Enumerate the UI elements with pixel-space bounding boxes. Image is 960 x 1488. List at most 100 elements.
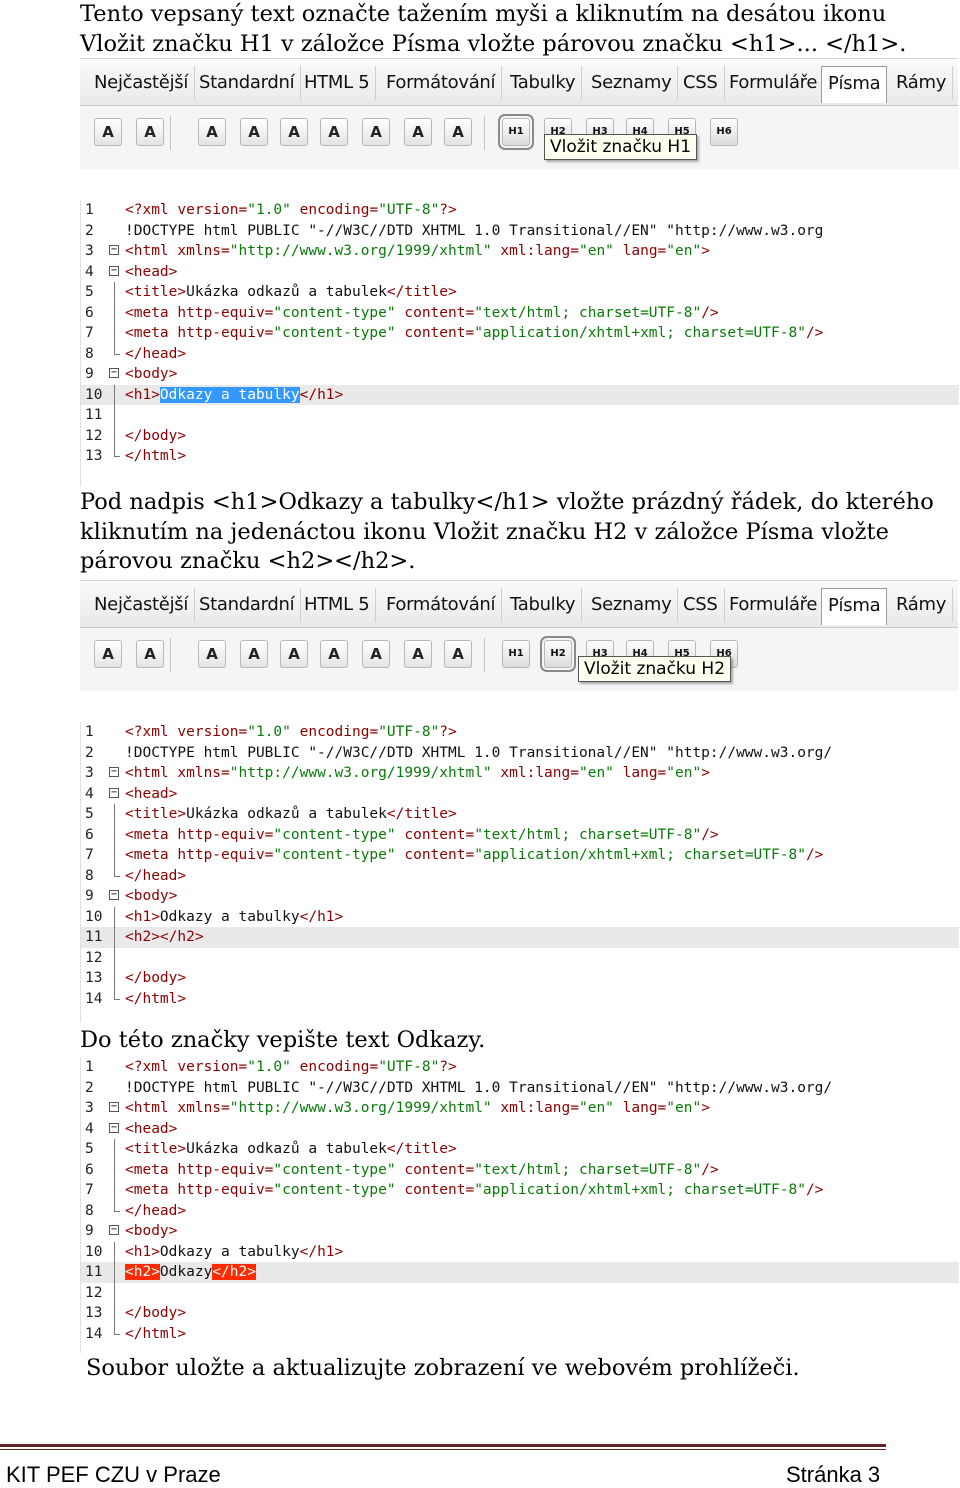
tab-4[interactable]: Tabulky <box>504 588 583 622</box>
fold-toggle-icon[interactable]: − <box>109 245 119 255</box>
font-button-1[interactable]: A <box>136 640 164 668</box>
font-button-1[interactable]: A <box>136 118 164 146</box>
font-button-4[interactable]: A <box>280 640 308 668</box>
tab-5[interactable]: Seznamy <box>585 588 679 622</box>
code-line[interactable]: 10 <h1>Odkazy a tabulky</h1> <box>81 906 959 927</box>
font-button-2[interactable]: A <box>198 640 226 668</box>
line-number: 11 <box>85 1264 103 1280</box>
font-button-6[interactable]: A <box>362 118 390 146</box>
tab-0[interactable]: Nejčastější <box>88 66 196 100</box>
insert-h6-button[interactable]: H6 <box>710 118 738 146</box>
tab-9[interactable]: Rámy <box>890 588 954 622</box>
fold-toggle-icon[interactable]: − <box>109 368 119 378</box>
code-line[interactable]: 12 </body> <box>81 425 959 446</box>
font-button-6[interactable]: A <box>362 640 390 668</box>
code-editor-3[interactable]: 1 <?xml version="1.0" encoding="UTF-8"?> 2… <box>80 1057 959 1353</box>
code-line[interactable]: 12 <box>81 1282 959 1303</box>
font-button-7[interactable]: A <box>404 118 432 146</box>
tab-0[interactable]: Nejčastější <box>88 588 196 622</box>
fold-toggle-icon[interactable]: − <box>109 890 119 900</box>
tab-5[interactable]: Seznamy <box>585 66 679 100</box>
code-line[interactable]: 3 − <html xmlns="http://www.w3.org/1999/xh… <box>81 241 959 262</box>
code-line[interactable]: 12 <box>81 947 959 968</box>
code-line[interactable]: 14 </html> <box>81 988 959 1010</box>
code-line[interactable]: 1 <?xml version="1.0" encoding="UTF-8"?> <box>81 722 959 743</box>
code-line[interactable]: 13 </html> <box>81 446 959 467</box>
font-button-5[interactable]: A <box>320 118 348 146</box>
code-editor-2[interactable]: 1 <?xml version="1.0" encoding="UTF-8"?> 2… <box>80 722 959 1022</box>
code-line[interactable]: 7 <meta http-equiv="content-type" content… <box>81 323 959 344</box>
code-line[interactable]: 4 − <head> <box>81 1119 959 1140</box>
tab-1[interactable]: Standardní <box>193 588 302 622</box>
code-line[interactable]: 11 <box>81 405 959 426</box>
font-button-8[interactable]: A <box>444 640 472 668</box>
code-line[interactable]: 2 !DOCTYPE html PUBLIC "-//W3C//DTD XHTML… <box>81 1078 959 1099</box>
font-button-7[interactable]: A <box>404 640 432 668</box>
code-line[interactable]: 13 </body> <box>81 968 959 989</box>
code-line[interactable]: 9 − <body> <box>81 1221 959 1242</box>
font-button-8[interactable]: A <box>444 118 472 146</box>
code-line[interactable]: 5 <title>Ukázka odkazů a tabulek</title> <box>81 804 959 825</box>
code-editor-1[interactable]: 1 <?xml version="1.0" encoding="UTF-8"?> 2… <box>80 200 959 486</box>
code-text: <html xmlns="http://www.w3.org/1999/xhtm… <box>125 243 710 259</box>
insert-h1-button[interactable]: H1 <box>502 640 530 668</box>
code-line[interactable]: 10 <h1>Odkazy a tabulky</h1> <box>81 384 959 405</box>
code-line[interactable]: 1 <?xml version="1.0" encoding="UTF-8"?> <box>81 200 959 221</box>
code-line[interactable]: 6 <meta http-equiv="content-type" content… <box>81 302 959 323</box>
font-button-0[interactable]: A <box>94 640 122 668</box>
code-line[interactable]: 4 − <head> <box>81 784 959 805</box>
tab-6[interactable]: CSS <box>677 66 725 100</box>
code-line[interactable]: 9 − <body> <box>81 364 959 385</box>
fold-toggle-icon[interactable]: − <box>109 1122 119 1133</box>
code-line[interactable]: 11 <h2>Odkazy</h2> <box>81 1262 959 1283</box>
tab-7[interactable]: Formuláře <box>723 66 825 100</box>
fold-toggle-icon[interactable]: − <box>109 1102 119 1112</box>
tab-9[interactable]: Rámy <box>890 66 954 100</box>
code-line[interactable]: 10 <h1>Odkazy a tabulky</h1> <box>81 1241 959 1262</box>
code-line[interactable]: 9 − <body> <box>81 886 959 907</box>
code-line[interactable]: 13 </body> <box>81 1303 959 1324</box>
font-button-4[interactable]: A <box>280 118 308 146</box>
fold-toggle-icon[interactable]: − <box>109 1225 119 1235</box>
fold-toggle-icon[interactable]: − <box>109 787 119 798</box>
code-line[interactable]: 6 <meta http-equiv="content-type" content… <box>81 1159 959 1180</box>
code-line[interactable]: 3 − <html xmlns="http://www.w3.org/1999/xh… <box>81 1098 959 1119</box>
insert-h2-button[interactable]: H2 <box>540 636 576 672</box>
font-button-3[interactable]: A <box>240 640 268 668</box>
code-line[interactable]: 7 <meta http-equiv="content-type" content… <box>81 1180 959 1201</box>
code-line[interactable]: 8 </head> <box>81 865 959 887</box>
font-button-0[interactable]: A <box>94 118 122 146</box>
code-line[interactable]: 2 !DOCTYPE html PUBLIC "-//W3C//DTD XHTML… <box>81 221 959 242</box>
tab-3[interactable]: Formátování <box>380 66 503 100</box>
code-line[interactable]: 5 <title>Ukázka odkazů a tabulek</title> <box>81 1139 959 1160</box>
code-line[interactable]: 1 <?xml version="1.0" encoding="UTF-8"?> <box>81 1057 959 1078</box>
tab-2[interactable]: HTML 5 <box>298 588 377 622</box>
fold-toggle-icon[interactable]: − <box>109 265 119 276</box>
code-line[interactable]: 6 <meta http-equiv="content-type" content… <box>81 824 959 845</box>
code-line[interactable]: 8 </head> <box>81 1200 959 1222</box>
code-line[interactable]: 11 <h2></h2> <box>81 927 959 948</box>
code-line[interactable]: 8 </head> <box>81 343 959 365</box>
tab-4[interactable]: Tabulky <box>504 66 583 100</box>
tab-8[interactable]: Písma <box>821 66 888 103</box>
code-text: <h1>Odkazy a tabulky</h1> <box>125 386 344 403</box>
code-line[interactable]: 2 !DOCTYPE html PUBLIC "-//W3C//DTD XHTML… <box>81 743 959 764</box>
fold-guide <box>114 1262 115 1283</box>
code-line[interactable]: 3 − <html xmlns="http://www.w3.org/1999/xh… <box>81 763 959 784</box>
fold-toggle-icon[interactable]: − <box>109 767 119 777</box>
code-line[interactable]: 4 − <head> <box>81 262 959 283</box>
font-button-2[interactable]: A <box>198 118 226 146</box>
tab-7[interactable]: Formuláře <box>723 588 825 622</box>
font-button-3[interactable]: A <box>240 118 268 146</box>
font-button-5[interactable]: A <box>320 640 348 668</box>
tab-2[interactable]: HTML 5 <box>298 66 377 100</box>
code-line[interactable]: 7 <meta http-equiv="content-type" content… <box>81 845 959 866</box>
tab-1[interactable]: Standardní <box>193 66 302 100</box>
code-line[interactable]: 14 </html> <box>81 1323 959 1345</box>
insert-h1-button[interactable]: H1 <box>498 114 534 150</box>
tab-6[interactable]: CSS <box>677 588 725 622</box>
tab-8[interactable]: Písma <box>821 588 888 625</box>
line-number: 3 <box>85 765 94 781</box>
tab-3[interactable]: Formátování <box>380 588 503 622</box>
code-line[interactable]: 5 <title>Ukázka odkazů a tabulek</title> <box>81 282 959 303</box>
